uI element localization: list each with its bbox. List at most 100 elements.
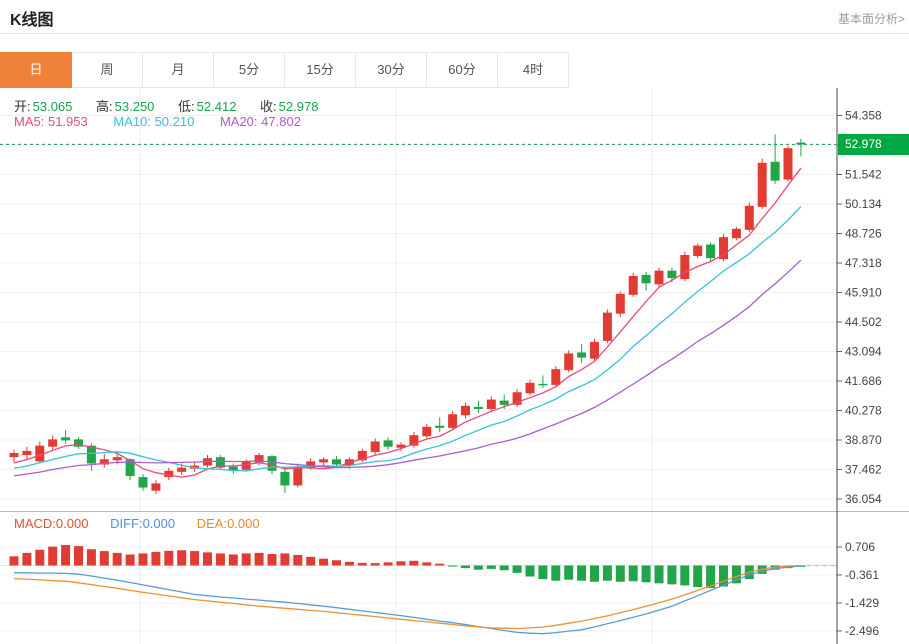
tab-60min[interactable]: 60分 bbox=[427, 52, 498, 88]
macd-bar bbox=[590, 565, 599, 582]
tab-5min[interactable]: 5分 bbox=[214, 52, 285, 88]
ma10-line bbox=[13, 206, 802, 472]
kline-page: { "header": { "title": "K线图", "link": "基… bbox=[0, 0, 909, 644]
candle-body bbox=[422, 426, 432, 437]
tab-month[interactable]: 月 bbox=[143, 52, 214, 88]
macd-bar bbox=[164, 550, 174, 566]
candle-body bbox=[48, 439, 58, 447]
macd-bar bbox=[306, 556, 316, 566]
tab-30min[interactable]: 30分 bbox=[356, 52, 427, 88]
macd-bar bbox=[525, 565, 535, 577]
y-axis-label: 40.278 bbox=[845, 404, 882, 418]
candle-body bbox=[280, 471, 290, 486]
macd-bar bbox=[396, 561, 406, 566]
candle-body bbox=[628, 275, 638, 295]
y-axis-label: 50.134 bbox=[845, 197, 882, 211]
ma20-readout: MA20: 47.802 bbox=[219, 114, 301, 129]
candle-body bbox=[602, 312, 612, 341]
candle-body bbox=[744, 205, 754, 230]
y-axis-label: 37.462 bbox=[845, 463, 882, 477]
y-axis-label: 43.094 bbox=[845, 345, 882, 359]
y-axis-label: 0.706 bbox=[845, 540, 875, 554]
candle-body bbox=[577, 352, 587, 358]
macd-bar bbox=[628, 565, 638, 582]
macd-bar bbox=[422, 562, 432, 566]
macd-bar bbox=[461, 565, 470, 569]
macd-bar bbox=[177, 550, 187, 566]
candle-body bbox=[486, 399, 496, 409]
y-axis-label: -1.429 bbox=[845, 596, 879, 610]
y-axis-label: 45.910 bbox=[845, 286, 882, 300]
macd-bar bbox=[86, 549, 96, 566]
macd-y-axis: 0.706 -0.361 -1.429 -2.496 bbox=[837, 540, 879, 638]
candle-body bbox=[564, 353, 574, 371]
macd-bar bbox=[654, 565, 664, 584]
macd-bar bbox=[267, 553, 277, 566]
candle-body bbox=[731, 228, 741, 239]
high-readout: 高: 53.250 bbox=[96, 99, 155, 114]
candle-body bbox=[293, 466, 303, 486]
macd-readout: MACD:0.000 DIFF:0.000 DEA:0.000 bbox=[14, 516, 278, 531]
candle-body bbox=[61, 437, 71, 441]
candle-body bbox=[461, 405, 470, 416]
y-axis-label: -0.361 bbox=[845, 568, 879, 582]
macd-bar bbox=[641, 565, 651, 583]
macd-bar bbox=[448, 565, 458, 567]
macd-bar bbox=[35, 549, 45, 566]
macd-bar bbox=[254, 552, 264, 566]
main-candlestick-chart[interactable]: 54.35852.95051.54250.13448.72647.31845.9… bbox=[0, 88, 909, 511]
macd-bar bbox=[332, 560, 341, 566]
macd-bar bbox=[61, 545, 71, 566]
tab-15min[interactable]: 15分 bbox=[285, 52, 356, 88]
main-y-axis: 54.35852.95051.54250.13448.72647.31845.9… bbox=[837, 109, 882, 506]
y-axis-label: 44.502 bbox=[845, 315, 882, 329]
macd-bar bbox=[74, 546, 83, 566]
y-axis-label: 41.686 bbox=[845, 374, 882, 388]
macd-bar bbox=[112, 552, 122, 566]
macd-bar bbox=[383, 562, 393, 566]
candle-body bbox=[9, 452, 19, 458]
ohlc-readout: 开: 53.065 高: 53.250 低: 52.412 收: 52.978 bbox=[14, 96, 338, 115]
candle-body bbox=[151, 483, 161, 491]
macd-bar bbox=[151, 551, 161, 566]
macd-bar bbox=[538, 565, 548, 580]
dea-value: DEA:0.000 bbox=[196, 516, 260, 531]
candle-body bbox=[177, 467, 187, 472]
macd-bar bbox=[564, 565, 574, 580]
tab-day[interactable]: 日 bbox=[0, 52, 72, 88]
diff-value: DIFF:0.000 bbox=[110, 516, 176, 531]
macd-bar bbox=[602, 565, 612, 581]
macd-bar bbox=[615, 565, 625, 582]
period-tabs: 日 周 月 5分 15分 30分 60分 4时 bbox=[0, 52, 569, 88]
macd-value: MACD:0.000 bbox=[14, 516, 89, 531]
tab-4hour[interactable]: 4时 bbox=[498, 52, 569, 88]
macd-bar bbox=[370, 563, 380, 566]
y-axis-label: 47.318 bbox=[845, 256, 882, 270]
page-title: K线图 bbox=[10, 12, 54, 29]
macd-bar bbox=[577, 565, 587, 581]
y-axis-label: -2.496 bbox=[845, 624, 879, 638]
candle-body bbox=[319, 459, 329, 463]
candle-body bbox=[667, 270, 677, 279]
candle-body bbox=[383, 440, 393, 447]
main-grid bbox=[0, 88, 837, 511]
y-axis-label: 48.726 bbox=[845, 227, 882, 241]
macd-bar bbox=[280, 553, 290, 566]
fundamental-analysis-link[interactable]: 基本面分析> bbox=[838, 10, 905, 27]
candle-body bbox=[654, 270, 664, 285]
candle-body bbox=[448, 414, 458, 428]
y-axis-label: 54.358 bbox=[845, 109, 882, 123]
y-axis-label: 38.870 bbox=[845, 433, 882, 447]
candle-body bbox=[757, 162, 767, 207]
candle-body bbox=[473, 406, 483, 409]
macd-bar bbox=[512, 565, 522, 573]
candle-body bbox=[267, 456, 277, 471]
page-header: K线图 基本面分析> bbox=[0, 0, 909, 34]
y-axis-label: 36.054 bbox=[845, 492, 882, 506]
macd-bar bbox=[228, 554, 238, 566]
macd-bar bbox=[99, 551, 109, 566]
macd-bar bbox=[693, 565, 703, 588]
tab-week[interactable]: 周 bbox=[72, 52, 143, 88]
candle-body bbox=[112, 457, 122, 461]
ma-readout: MA5: 51.953 MA10: 50.210 MA20: 47.802 bbox=[14, 114, 323, 129]
